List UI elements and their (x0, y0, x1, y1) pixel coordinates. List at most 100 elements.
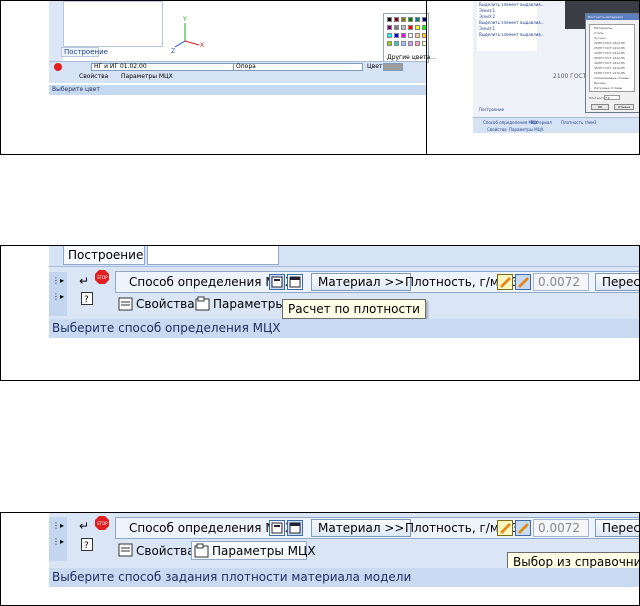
tree-item[interactable]: 20ЛП ГОСТ 1412-85 (594, 41, 625, 45)
tree-item[interactable]: 35ЛП ГОСТ 1412-85 (594, 56, 625, 60)
menu-item[interactable]: Эскиз:2 (479, 14, 495, 19)
color-swatch[interactable] (415, 17, 420, 22)
density-edit-icon[interactable] (497, 520, 513, 536)
opora-field[interactable]: Опора (233, 63, 363, 71)
density-edit-icon[interactable] (497, 274, 513, 290)
menu-item[interactable]: Выделить элемент выдавлив... (479, 20, 545, 25)
panel-color-selection: Построение Y X Z Другие цвета... НГ и ИГ… (0, 0, 640, 155)
name-field[interactable]: НГ и ИГ 01.02.00 (91, 63, 251, 71)
tree-item[interactable]: 30ЛП ГОСТ 1412-85 (594, 51, 625, 55)
grip-icon: ⋮▸ (52, 521, 65, 530)
color-swatch[interactable] (387, 25, 392, 30)
color-swatch[interactable] (408, 33, 413, 38)
menu-item[interactable]: Эскиз:1 (479, 8, 495, 13)
menu-item[interactable]: Выделить элемент выдавлив... (479, 2, 545, 7)
tree-item[interactable]: Сталь (594, 31, 603, 35)
tab-properties[interactable]: Свойства (79, 73, 108, 80)
method-label: Способ определения МЦХ (483, 120, 538, 125)
material-button[interactable]: Материал >> (311, 519, 412, 537)
color-swatch[interactable] (394, 33, 399, 38)
menu-item[interactable]: Эскиз:1 (479, 26, 495, 31)
svg-text:Y: Y (182, 16, 187, 23)
properties-icon (118, 543, 133, 557)
tree-item[interactable]: Бронзы (594, 81, 606, 85)
color-swatch[interactable] (415, 33, 420, 38)
color-swatch[interactable] (408, 17, 413, 22)
density-value-field[interactable]: 0.0072 (533, 273, 589, 291)
stop-icon[interactable]: STOP (95, 516, 109, 530)
tab-params[interactable]: Параметры МЦХ (212, 543, 316, 559)
color-swatch[interactable] (387, 41, 392, 46)
svg-text:X: X (200, 42, 204, 49)
color-swatch[interactable] (415, 41, 420, 46)
return-icon[interactable]: ↵ (79, 519, 89, 533)
color-swatch[interactable] (387, 33, 392, 38)
density-reference-icon[interactable] (515, 520, 531, 536)
tree-item[interactable]: Алюминиевые сплавы (594, 76, 629, 80)
tree-item[interactable]: 45ЛП ГОСТ 1412-85 (594, 66, 625, 70)
tree-item[interactable]: 50ЛП ГОСТ 1412-85 (594, 71, 625, 75)
grip-icon: ⋮▸ (52, 276, 65, 285)
tab-construction[interactable]: Построение (479, 107, 504, 112)
params-icon (195, 296, 210, 311)
tab-construction[interactable]: Построение (61, 47, 108, 57)
color-swatch[interactable] (394, 17, 399, 22)
help-icon[interactable]: ? (81, 538, 93, 551)
tab-params[interactable]: Параметры МЦХ (121, 73, 173, 80)
color-swatch[interactable] (408, 41, 413, 46)
material-tree[interactable]: Материалы Сталь Чугуны 20ЛП ГОСТ 1412-85… (589, 24, 635, 92)
tab-params-box[interactable]: Параметры МЦХ (191, 541, 316, 560)
material-button[interactable]: Материал (531, 120, 552, 125)
properties-icon (118, 297, 133, 311)
color-swatch[interactable] (401, 41, 406, 46)
density-input[interactable]: 7.2 (604, 95, 620, 100)
recalc-button[interactable]: Пересч (595, 273, 639, 291)
tab-properties[interactable]: Свойства (487, 127, 507, 132)
tab-params[interactable]: Параметры (213, 296, 285, 312)
stop-icon[interactable]: STOP (95, 270, 109, 284)
cancel-button[interactable]: Отмена (614, 104, 634, 110)
tree-item[interactable]: Чугуны (594, 36, 606, 40)
material-button[interactable]: Материал >> (311, 273, 412, 291)
tree-item[interactable]: 25ЛП ГОСТ 1412-85 (594, 46, 625, 50)
color-swatch[interactable] (415, 25, 420, 30)
color-swatch[interactable] (394, 25, 399, 30)
help-icon[interactable]: ? (81, 292, 93, 305)
reference-icon[interactable] (287, 274, 303, 290)
grip-icon: ⋮▸ (52, 537, 65, 546)
density-reference-icon[interactable] (515, 274, 531, 290)
menu-item[interactable]: Выделить элемент выдавлив... (479, 32, 545, 37)
density-calc-icon[interactable] (269, 274, 285, 290)
tab-construction-box[interactable]: Построение (63, 246, 145, 265)
color-swatch[interactable] (401, 17, 406, 22)
tooltip: Расчет по плотности (282, 299, 426, 319)
tree-item[interactable]: 40ЛП ГОСТ 1412-85 (594, 61, 625, 65)
color-swatch[interactable] (394, 41, 399, 46)
color-swatch[interactable] (387, 17, 392, 22)
dialog-titlebar: Плотность материала (586, 14, 639, 20)
tab-properties[interactable]: Свойства (136, 543, 195, 559)
density-value-field[interactable]: 0.0072 (533, 519, 589, 537)
tree-item[interactable]: Материалы (594, 26, 612, 30)
side-grip[interactable]: ⋮▸ ⋮▸ (49, 272, 67, 316)
reference-icon[interactable] (287, 520, 303, 536)
color-swatch[interactable] (401, 33, 406, 38)
tab-params[interactable]: Параметры МЦХ (509, 127, 544, 132)
tab-properties[interactable]: Свойства (136, 296, 195, 312)
tab-construction[interactable]: Построение (68, 247, 143, 263)
side-grip[interactable]: ⋮▸ ⋮▸ (49, 517, 67, 561)
color-swatch[interactable] (401, 25, 406, 30)
tree-item[interactable]: Латунные сплавы (594, 86, 622, 90)
density-calc-icon[interactable] (269, 520, 285, 536)
color-field[interactable] (383, 63, 403, 71)
color-palette[interactable]: Другие цвета... (383, 13, 436, 63)
status-bar: Выберите цвет (49, 85, 427, 95)
return-icon[interactable]: ↵ (79, 274, 89, 288)
recalc-button[interactable]: Пересч (595, 519, 639, 537)
density-label: Плотность г/мм3 (561, 120, 597, 125)
other-colors-link[interactable]: Другие цвета... (387, 54, 436, 61)
color-swatch[interactable] (408, 25, 413, 30)
status-bar: Выберите способ определения МЦХ (49, 319, 639, 338)
ok-button[interactable]: ОК (591, 104, 609, 110)
property-toolbar: НГ и ИГ 01.02.00 Опора Цвет (49, 61, 427, 71)
